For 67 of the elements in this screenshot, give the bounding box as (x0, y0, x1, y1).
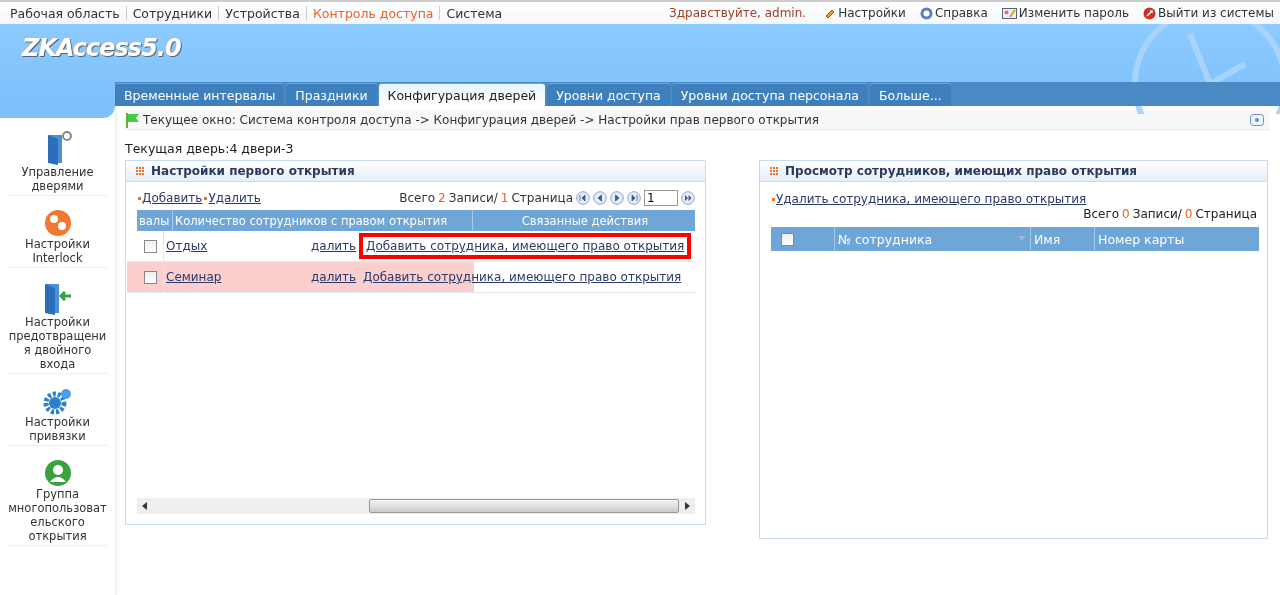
current-door-text: Текущая дверь:4 двери-3 (125, 141, 295, 156)
breadcrumb-text: Текущее окно: Система контроля доступа -> Конфигурация дверей -> Настройки прав первого открытия (143, 112, 819, 127)
user-link[interactable]: Изменить пароль (1001, 6, 1129, 20)
user-link[interactable]: Настройки (824, 6, 906, 20)
page-input[interactable]: 1 (644, 190, 678, 206)
grip-icon (136, 166, 145, 176)
pager-text: Страница (511, 191, 573, 205)
tab[interactable]: Уровни доступа (547, 83, 670, 106)
add-employee-link[interactable]: Добавить сотрудника, имеющего право открытия (366, 239, 685, 253)
panel-title: Просмотр сотрудников, имеющих право открытия (785, 164, 1138, 178)
horizontal-scrollbar[interactable] (137, 498, 695, 514)
panel-title: Настройки первого открытия (151, 164, 355, 178)
sidebar-item[interactable]: Группа многопользовательского открытия (7, 456, 108, 546)
scroll-left-icon[interactable] (142, 502, 148, 510)
sidebar-item[interactable]: Настройки привязки (7, 384, 108, 446)
flag-icon (125, 111, 141, 128)
tab[interactable]: Временные интервалы (115, 83, 285, 106)
pager-text: Страница (1195, 207, 1257, 221)
go-button[interactable] (681, 191, 695, 205)
grip-icon (770, 166, 779, 176)
id-card-icon (1001, 6, 1017, 20)
action-link[interactable]: Удалить сотрудника, имеющего право открытия (776, 192, 1087, 206)
checkbox[interactable] (143, 270, 157, 284)
tab[interactable]: Уровни доступа персонала (671, 83, 868, 106)
action-link[interactable]: Добавить (142, 191, 203, 205)
page-count: 1 (500, 191, 509, 205)
pager-button[interactable] (627, 191, 641, 205)
checkbox[interactable] (143, 239, 157, 253)
user-link[interactable]: Выйти из системы (1143, 6, 1274, 20)
greeting-text: Здравствуйте, admin. (669, 6, 807, 20)
sidebar-item[interactable]: Настройки Interlock (7, 206, 108, 268)
tab[interactable]: Праздники (286, 83, 377, 106)
add-employee-link[interactable]: Добавить сотрудника, имеющего право открытия (363, 270, 682, 284)
sidebar-item[interactable]: Управление дверями (7, 128, 108, 196)
top-menu-item[interactable]: Рабочая область (4, 5, 126, 21)
tab[interactable]: Конфигурация дверей (378, 83, 546, 106)
name-link[interactable]: Семинар (166, 270, 222, 284)
pager-button[interactable] (593, 191, 607, 205)
delete-link[interactable]: далить (311, 239, 361, 253)
name-link[interactable]: Отдых (166, 239, 208, 253)
page-count: 0 (1184, 207, 1193, 221)
key-icon (1143, 6, 1156, 20)
pager-text: Всего (1083, 207, 1120, 221)
action-link[interactable]: Удалить (208, 191, 261, 205)
user-icon (43, 459, 72, 487)
pager-text: Записи/ (448, 191, 498, 205)
record-count: 2 (438, 191, 446, 205)
record-count: 0 (1122, 207, 1130, 221)
pencil-icon (824, 7, 837, 19)
pager-text: Записи/ (1132, 207, 1182, 221)
tab[interactable]: Больше... (870, 83, 951, 106)
delete-link[interactable]: далить (311, 270, 361, 284)
user-link[interactable]: Справка (919, 6, 988, 20)
pager-button[interactable] (610, 191, 624, 205)
column-header: Связанные действия (520, 212, 650, 230)
sidebar-item[interactable]: Настройки предотвращения двойного входа (7, 278, 108, 374)
column-header: валы (137, 210, 173, 231)
scroll-right-icon[interactable] (684, 502, 690, 510)
pager-text: Всего (399, 191, 436, 205)
door-arrow-icon (42, 281, 73, 315)
pager-button[interactable] (576, 191, 590, 205)
checkbox[interactable] (781, 232, 794, 246)
logo: ZKAccess5.0 (22, 34, 181, 62)
top-menu-item[interactable]: Система (440, 5, 509, 21)
top-menu-item[interactable]: Устройства (219, 5, 306, 21)
top-menu-item[interactable]: Сотрудники (126, 5, 219, 21)
column-header: Количество сотрудников с правом открытия (173, 210, 473, 231)
